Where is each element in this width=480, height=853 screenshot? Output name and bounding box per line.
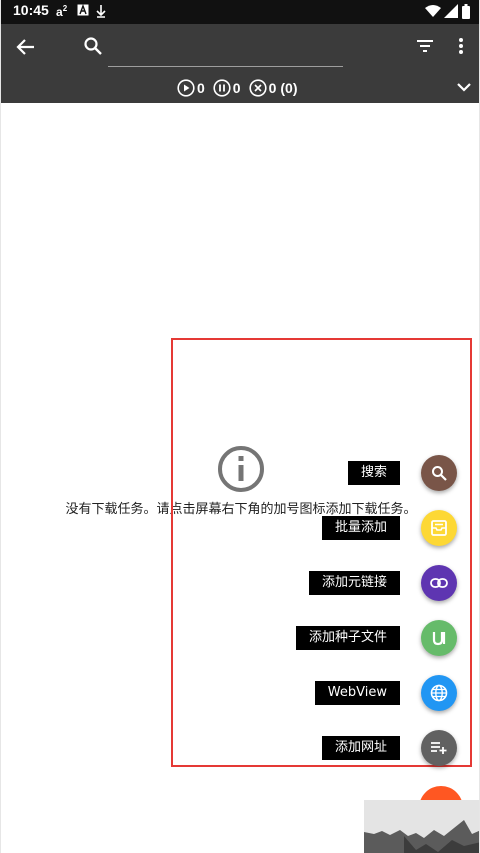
- arrow-back-icon: [16, 39, 34, 55]
- fab-label-batch-add[interactable]: 批量添加: [321, 516, 400, 540]
- search-button[interactable]: [77, 30, 109, 62]
- paused-count[interactable]: 0: [213, 79, 241, 97]
- toolbar: 0 0 0 (0): [1, 24, 479, 103]
- status-time: 10:45: [13, 2, 49, 18]
- app-screen: 10:45 a2 0 0 0 (0) 没有下载任务。请点击屏幕右下角的加号图标添…: [0, 0, 480, 853]
- fab-add-metalink-button[interactable]: [421, 565, 457, 601]
- battery-icon: [462, 4, 470, 20]
- wifi-icon: [425, 4, 441, 20]
- play-circle-icon: [177, 79, 195, 97]
- a-superscript-2-icon: a2: [56, 4, 68, 19]
- fab-label-search[interactable]: 搜索: [347, 461, 400, 485]
- playlist-add-icon: [431, 742, 447, 754]
- more-options-button[interactable]: [445, 30, 477, 62]
- fab-label-add-torrent[interactable]: 添加种子文件: [295, 626, 400, 650]
- more-vert-icon: [459, 38, 463, 54]
- fab-add-url-button[interactable]: [421, 730, 457, 766]
- status-bar: 10:45 a2: [1, 0, 479, 24]
- fab-search-button[interactable]: [421, 455, 457, 491]
- failed-count-value: 0: [268, 80, 277, 96]
- batch-inbox-icon: [431, 520, 447, 536]
- failed-count[interactable]: 0 (0): [248, 79, 298, 97]
- active-count-value: 0: [197, 80, 205, 96]
- fab-menu-add-metalink[interactable]: 添加元链接: [308, 565, 457, 601]
- back-button[interactable]: [10, 31, 42, 63]
- task-counts: 0 0 0 (0): [177, 77, 306, 99]
- fab-menu-webview[interactable]: WebView: [314, 675, 457, 711]
- fab-menu-batch-add[interactable]: 批量添加: [321, 510, 457, 546]
- download-arrow-icon: [95, 4, 107, 20]
- fab-menu-add-url[interactable]: 添加网址: [321, 730, 457, 766]
- search-underline: [108, 66, 343, 67]
- preview-thumbnail: [364, 800, 479, 853]
- fab-label-add-metalink[interactable]: 添加元链接: [308, 571, 400, 595]
- fab-label-webview[interactable]: WebView: [314, 681, 400, 705]
- a-box-icon: [77, 4, 89, 20]
- search-input[interactable]: [108, 38, 343, 64]
- signal-icon: [444, 4, 458, 20]
- cancel-circle-icon: [248, 79, 267, 97]
- link-icon: [430, 578, 448, 588]
- search-icon: [84, 37, 102, 55]
- fab-menu-search[interactable]: 搜索: [347, 455, 457, 491]
- globe-icon: [430, 684, 448, 702]
- expand-button[interactable]: [448, 71, 479, 103]
- failed-count-extra: (0): [280, 80, 298, 96]
- fab-webview-button[interactable]: [421, 675, 457, 711]
- filter-button[interactable]: [409, 30, 441, 62]
- fab-menu-add-torrent[interactable]: 添加种子文件: [295, 620, 457, 656]
- paused-count-value: 0: [232, 80, 241, 96]
- pause-circle-icon: [213, 79, 231, 97]
- fab-label-add-url[interactable]: 添加网址: [321, 736, 400, 760]
- fab-add-torrent-button[interactable]: [421, 620, 457, 656]
- search-icon: [432, 466, 447, 481]
- chevron-down-icon: [457, 83, 471, 92]
- fab-batch-add-button[interactable]: [421, 510, 457, 546]
- torrent-icon: [432, 632, 446, 646]
- active-count[interactable]: 0: [177, 79, 205, 97]
- filter-icon: [417, 40, 433, 52]
